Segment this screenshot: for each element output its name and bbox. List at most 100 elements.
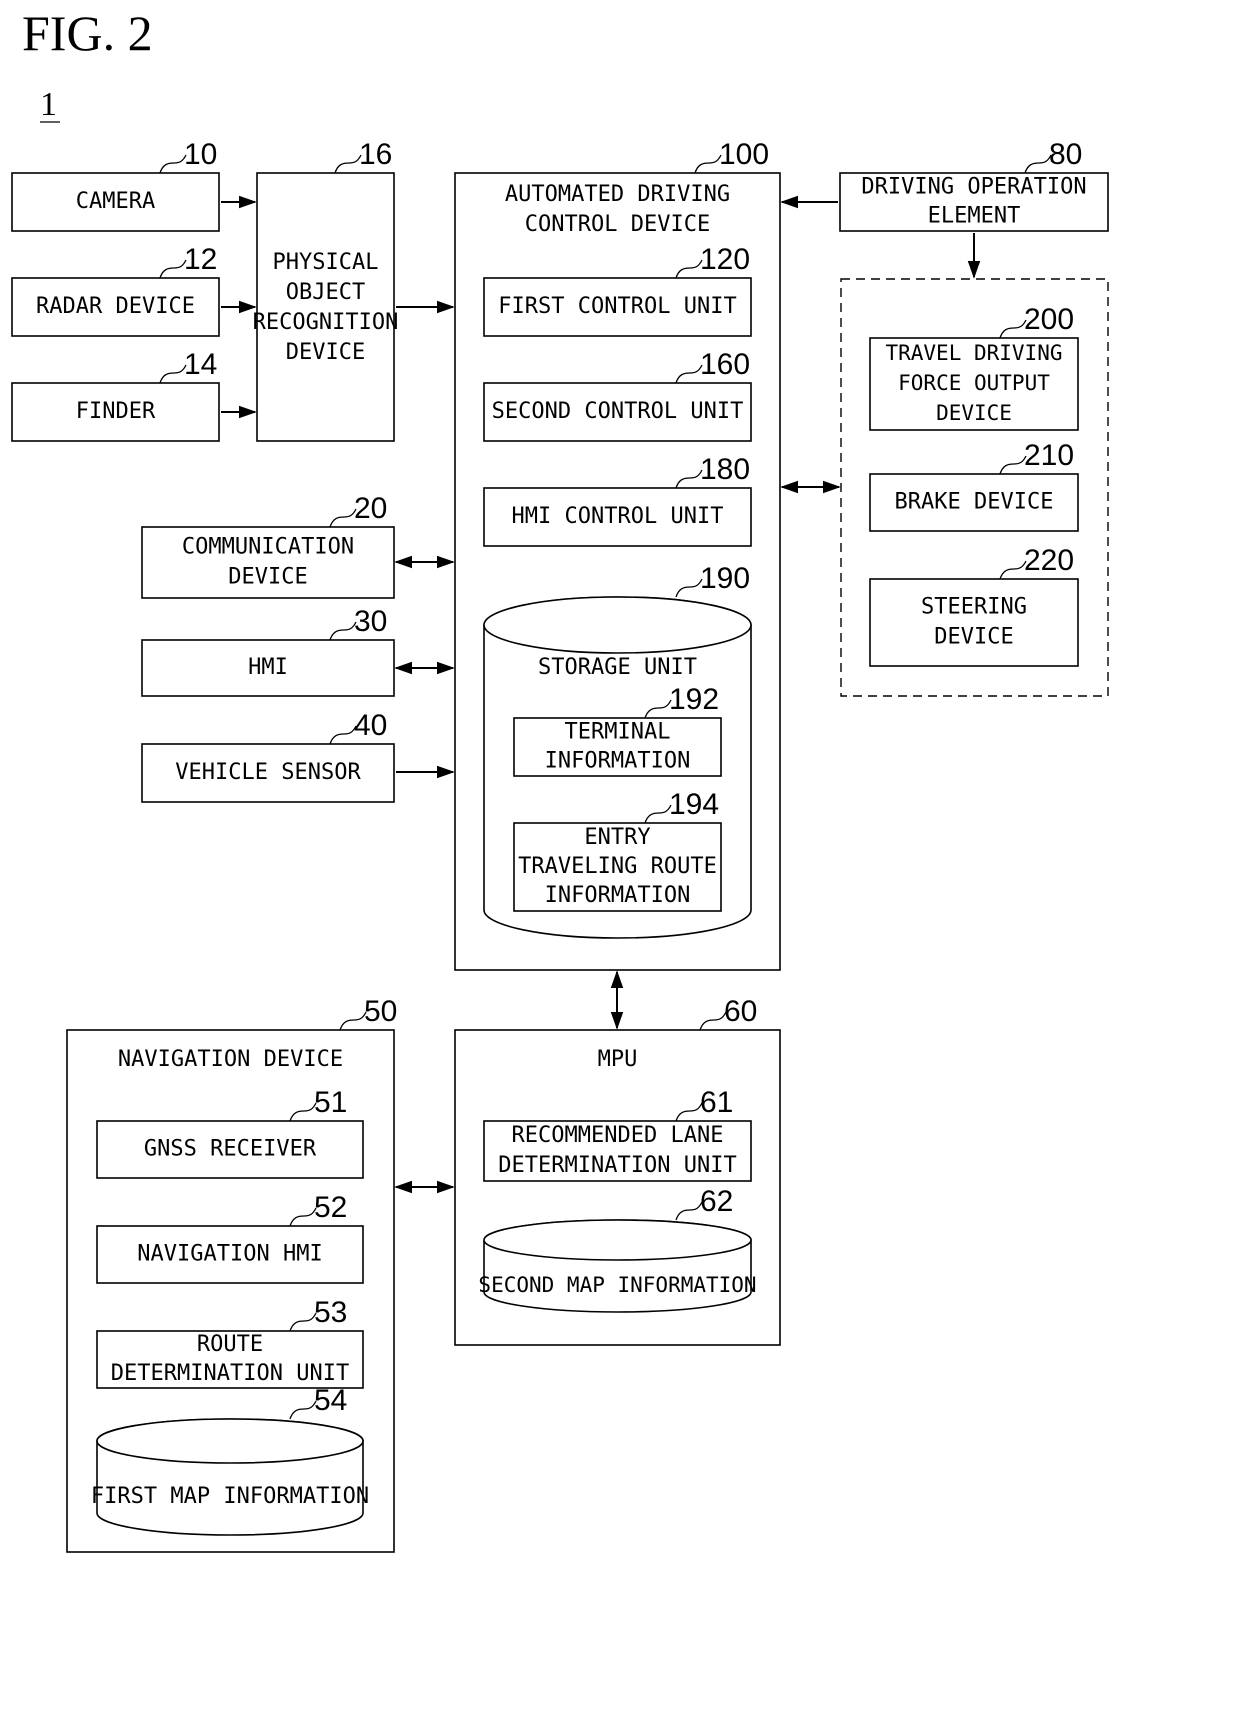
communication-label-line-1: COMMUNICATION [182, 535, 354, 560]
vehicle_sensor-label-line-1: VEHICLE SENSOR [175, 760, 361, 785]
steering-label-line-2: DEVICE [934, 625, 1013, 650]
travel_force-label-line-2: FORCE OUTPUT [898, 371, 1050, 395]
communication-label-line-2: DEVICE [228, 565, 307, 590]
figure-title: FIG. 2 [22, 5, 153, 61]
driving-operation-block[interactable]: DRIVING OPERATION ELEMENT 80 [839, 138, 1109, 232]
steering-leader-line [999, 560, 1027, 580]
travel_force-label-line-3: DEVICE [936, 401, 1012, 425]
camera-label-line-1: CAMERA [76, 189, 155, 214]
navigation-reference-number: 50 [364, 995, 397, 1028]
driving_operation-label-line-1: DRIVING OPERATION [861, 175, 1086, 200]
mpu-label-line-1: MPU [598, 1047, 638, 1072]
mpu-reference-number: 60 [724, 995, 757, 1028]
adcd-reference-number: 100 [719, 138, 769, 171]
communication-leader-line [329, 508, 357, 528]
camera-block[interactable]: CAMERA 10 [11, 138, 220, 232]
adcd-label-line-1: AUTOMATED DRIVING [505, 182, 730, 207]
nav_hmi-label-line-1: NAVIGATION HMI [137, 1242, 322, 1267]
hmi-reference-number: 30 [354, 605, 387, 638]
adcd-label-line-2: CONTROL DEVICE [525, 212, 710, 237]
communication-block[interactable]: COMMUNICATION DEVICE 20 [141, 492, 395, 599]
radar-reference-number: 12 [184, 243, 217, 276]
vehicle-sensor-block[interactable]: VEHICLE SENSOR 40 [141, 709, 395, 803]
hmi-leader-line [329, 621, 357, 641]
object_recognition-label-line-2: OBJECT [286, 280, 365, 305]
driving_operation-label-line-2: ELEMENT [928, 204, 1021, 229]
lane_unit-label-line-1: RECOMMENDED LANE [512, 1123, 724, 1148]
nav_hmi-reference-number: 52 [314, 1191, 347, 1224]
hmi_control-reference-number: 180 [700, 453, 750, 486]
finder-label-line-1: FINDER [76, 399, 156, 424]
second_control-label-line-1: SECOND CONTROL UNIT [492, 399, 744, 424]
system-number: 1 [40, 86, 57, 123]
radar-label-line-1: RADAR DEVICE [36, 294, 195, 319]
driving_operation-leader-line [1024, 154, 1052, 174]
finder-block[interactable]: FINDER 14 [11, 348, 220, 442]
travel-force-block[interactable]: TRAVEL DRIVING FORCE OUTPUT DEVICE 200 [869, 303, 1079, 431]
steering-reference-number: 220 [1024, 544, 1074, 577]
travel_force-leader-line [999, 319, 1027, 339]
gnss-label-line-1: GNSS RECEIVER [144, 1137, 317, 1162]
terminal_info-label-line-1: TERMINAL [565, 720, 671, 745]
object_recognition-label-line-1: PHYSICAL [273, 250, 379, 275]
second_control-reference-number: 160 [700, 348, 750, 381]
first_map-label-line-1: FIRST MAP INFORMATION [91, 1484, 369, 1509]
storage-label-line-1: STORAGE UNIT [538, 655, 697, 680]
route_unit-label-line-1: ROUTE [197, 1332, 263, 1357]
mpu-leader-line [699, 1011, 727, 1031]
storage-cylinder-top [483, 596, 752, 654]
travel_force-reference-number: 200 [1024, 303, 1074, 336]
block-diagram: FIG. 2 1 AUTOMATED DRIVING CONTROL DEVICE… [11, 5, 1109, 1553]
object_recognition-label-line-4: DEVICE [286, 340, 365, 365]
steering-label-line-1: STEERING [921, 595, 1027, 620]
route_unit-label-line-2: DETERMINATION UNIT [111, 1361, 349, 1386]
second_map-label-line-1: SECOND MAP INFORMATION [478, 1273, 756, 1297]
entry_route_info-reference-number: 194 [669, 788, 719, 821]
object_recognition-reference-number: 16 [359, 138, 392, 171]
communication-reference-number: 20 [354, 492, 387, 525]
navigation-leader-line [339, 1011, 367, 1031]
camera-leader-line [159, 154, 187, 174]
first_map-reference-number: 54 [314, 1384, 347, 1417]
steering-box[interactable] [869, 578, 1079, 667]
second_map-cylinder-top [483, 1219, 752, 1261]
travel_force-label-line-1: TRAVEL DRIVING [885, 341, 1062, 365]
radar-leader-line [159, 259, 187, 279]
lane_unit-reference-number: 61 [700, 1086, 733, 1119]
block-layer: AUTOMATED DRIVING CONTROL DEVICE 100 FIRST … [11, 138, 1109, 1553]
storage-reference-number: 190 [700, 562, 750, 595]
terminal_info-reference-number: 192 [669, 683, 719, 716]
first_map-cylinder-top [96, 1418, 364, 1464]
hmi-label-line-1: HMI [248, 655, 288, 680]
lane_unit-label-line-2: DETERMINATION UNIT [498, 1153, 736, 1178]
vehicle_sensor-reference-number: 40 [354, 709, 387, 742]
vehicle_sensor-leader-line [329, 725, 357, 745]
gnss-reference-number: 51 [314, 1086, 347, 1119]
object-recognition-block[interactable]: PHYSICAL OBJECT RECOGNITION DEVICE 16 [253, 138, 399, 442]
brake-reference-number: 210 [1024, 439, 1074, 472]
first_control-label-line-1: FIRST CONTROL UNIT [498, 294, 736, 319]
object_recognition-box[interactable] [256, 172, 395, 442]
second_map-reference-number: 62 [700, 1185, 733, 1218]
object_recognition-label-line-3: RECOGNITION [253, 310, 399, 335]
terminal_info-label-line-2: INFORMATION [545, 749, 691, 774]
brake-leader-line [999, 455, 1027, 475]
navigation-label-line-1: NAVIGATION DEVICE [118, 1047, 343, 1072]
first_control-reference-number: 120 [700, 243, 750, 276]
hmi-block[interactable]: HMI 30 [141, 605, 395, 697]
brake-block[interactable]: BRAKE DEVICE 210 [869, 439, 1079, 532]
finder-reference-number: 14 [184, 348, 217, 381]
radar-block[interactable]: RADAR DEVICE 12 [11, 243, 220, 337]
steering-block[interactable]: STEERING DEVICE 220 [869, 544, 1079, 667]
route_unit-reference-number: 53 [314, 1296, 347, 1329]
adcd-leader-line [694, 154, 722, 174]
hmi_control-label-line-1: HMI CONTROL UNIT [512, 504, 724, 529]
brake-label-line-1: BRAKE DEVICE [895, 490, 1054, 515]
finder-leader-line [159, 364, 187, 384]
entry_route_info-label-line-3: INFORMATION [545, 883, 691, 908]
camera-reference-number: 10 [184, 138, 217, 171]
entry_route_info-label-line-1: ENTRY [584, 825, 650, 850]
entry_route_info-label-line-2: TRAVELING ROUTE [518, 854, 717, 879]
driving_operation-reference-number: 80 [1049, 138, 1082, 171]
object_recognition-leader-line [334, 154, 362, 174]
